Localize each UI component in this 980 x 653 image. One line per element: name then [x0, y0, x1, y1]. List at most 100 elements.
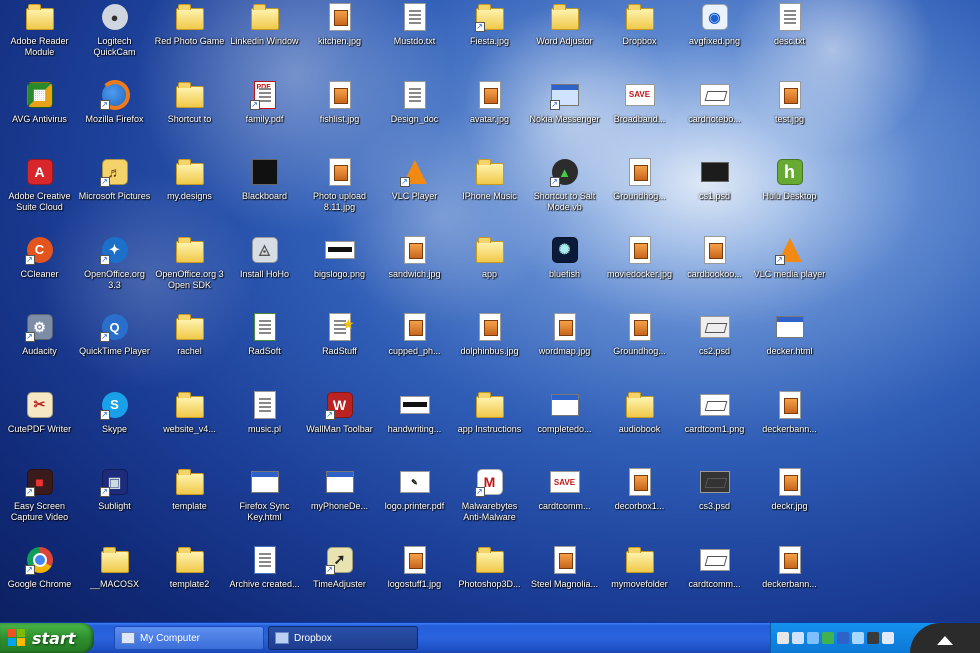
desktop-icon-cs2-psd[interactable]: cs2.psd: [677, 310, 752, 388]
desktop-icon-moviedocker-jpg[interactable]: moviedocker.jpg: [602, 233, 677, 311]
help-icon[interactable]: [777, 632, 789, 644]
update-icon[interactable]: [867, 632, 879, 644]
desktop-icon-google-chrome[interactable]: ↗ Google Chrome: [2, 543, 77, 621]
desktop-icon-rachel[interactable]: rachel: [152, 310, 227, 388]
desktop-icon-adobe-creative-suite-cloud[interactable]: A Adobe Creative Suite Cloud: [2, 155, 77, 233]
desktop-icon-design-doc[interactable]: Design_doc: [377, 78, 452, 156]
desktop-icon-test-jpg[interactable]: test.jpg: [752, 78, 827, 156]
bluetooth-icon[interactable]: [837, 632, 849, 644]
desktop-icon-radsoft[interactable]: RadSoft: [227, 310, 302, 388]
desktop-icon-photoshop3d[interactable]: Photoshop3D...: [452, 543, 527, 621]
desktop-icon-logitech-quickcam[interactable]: ● Logitech QuickCam: [77, 0, 152, 78]
desktop-icon-cs3-psd[interactable]: cs3.psd: [677, 465, 752, 543]
desktop-icon-malwarebytes-anti-malware[interactable]: M ↗ Malwarebytes Anti-Malware: [452, 465, 527, 543]
desktop-icon-kitchen-jpg[interactable]: kitchen.jpg: [302, 0, 377, 78]
desktop-icon-app[interactable]: app: [452, 233, 527, 311]
desktop-icon-skype[interactable]: S ↗ Skype: [77, 388, 152, 466]
taskbar-button-my-computer[interactable]: My Computer: [114, 626, 264, 650]
desktop-icon-adobe-reader-module[interactable]: Adobe Reader Module: [2, 0, 77, 78]
desktop-icon-avatar-jpg[interactable]: avatar.jpg: [452, 78, 527, 156]
desktop-icon-blackboard[interactable]: Blackboard: [227, 155, 302, 233]
desktop-icon-install-hoho[interactable]: ◬ Install HoHo: [227, 233, 302, 311]
desktop-icon-cardbookoo[interactable]: cardbookoo...: [677, 233, 752, 311]
desktop-icon-macosx[interactable]: __MACOSX: [77, 543, 152, 621]
desktop-icon-audacity[interactable]: ⚙ ↗ Audacity: [2, 310, 77, 388]
desktop-icon-firefox-sync-key-html[interactable]: Firefox Sync Key.html: [227, 465, 302, 543]
desktop-icon-timeadjuster[interactable]: ➚ ↗ TimeAdjuster: [302, 543, 377, 621]
desktop-icon-ccleaner[interactable]: C ↗ CCleaner: [2, 233, 77, 311]
desktop-icon-completedo[interactable]: completedo...: [527, 388, 602, 466]
desktop-icon-sandwich-jpg[interactable]: sandwich.jpg: [377, 233, 452, 311]
desktop-icon-wallman-toolbar[interactable]: W ↗ WallMan Toolbar: [302, 388, 377, 466]
desktop-icon-handwriting[interactable]: handwriting...: [377, 388, 452, 466]
desktop-icon-vlc-player[interactable]: ↗ VLC Player: [377, 155, 452, 233]
desktop-icon-cupped-ph[interactable]: cupped_ph...: [377, 310, 452, 388]
desktop-icon-radstuff[interactable]: ★ RadStuff: [302, 310, 377, 388]
desktop-icon-easy-screen-capture-video[interactable]: ■ ↗ Easy Screen Capture Video: [2, 465, 77, 543]
desktop-icon-deckerbann[interactable]: deckerbann...: [752, 543, 827, 621]
desktop-icon-broadband[interactable]: SAVE Broadband...: [602, 78, 677, 156]
desktop-icon-bigslogo-png[interactable]: bigslogo.png: [302, 233, 377, 311]
desktop-icon-dropbox[interactable]: Dropbox: [602, 0, 677, 78]
desktop-icon-template[interactable]: template: [152, 465, 227, 543]
desktop-icon-wordmap-jpg[interactable]: wordmap.jpg: [527, 310, 602, 388]
desktop-icon-myphonede[interactable]: myPhoneDe...: [302, 465, 377, 543]
taskbar-button-dropbox[interactable]: Dropbox: [268, 626, 418, 650]
desktop-icon-logo-printer-pdf[interactable]: ✎ logo.printer.pdf: [377, 465, 452, 543]
desktop-icon-audiobook[interactable]: audiobook: [602, 388, 677, 466]
desktop-icon-mymovefolder[interactable]: mymovefolder: [602, 543, 677, 621]
desktop-icon-vlc-media-player[interactable]: ↗ VLC media player: [752, 233, 827, 311]
desktop-icon-mustdo-txt[interactable]: Mustdo.txt: [377, 0, 452, 78]
start-button[interactable]: start: [0, 623, 94, 653]
wifi-icon[interactable]: [882, 632, 894, 644]
desktop-icon-microsoft-pictures[interactable]: ♬ ↗ Microsoft Pictures: [77, 155, 152, 233]
desktop-icon-logostuff1-jpg[interactable]: logostuff1.jpg: [377, 543, 452, 621]
desktop-icon-label: Photo upload 8.11.jpg: [312, 191, 367, 212]
desktop-icon-fiesta-jpg[interactable]: ↗ Fiesta.jpg: [452, 0, 527, 78]
desktop-icon-avgfixed-png[interactable]: ◉ avgfixed.png: [677, 0, 752, 78]
desktop-icon-fishlist-jpg[interactable]: fishlist.jpg: [302, 78, 377, 156]
desktop-icon-avg-antivirus[interactable]: ▦ AVG Antivirus: [2, 78, 77, 156]
desktop-icon-my-designs[interactable]: my.designs: [152, 155, 227, 233]
desktop-icon-website-v4[interactable]: website_v4...: [152, 388, 227, 466]
desktop-icon-cardtcom1-png[interactable]: cardtcom1.png: [677, 388, 752, 466]
desktop-icon-steel-magnolia[interactable]: Steel Magnolia...: [527, 543, 602, 621]
desktop-icon-nokia-messenger[interactable]: ↗ Nokia Messenger: [527, 78, 602, 156]
desktop-icon-cardtcomm[interactable]: cardtcomm...: [677, 543, 752, 621]
desktop-icon-shortcut-to[interactable]: Shortcut to: [152, 78, 227, 156]
desktop-icon-app-instructions[interactable]: app Instructions: [452, 388, 527, 466]
desktop-icon-template2[interactable]: template2: [152, 543, 227, 621]
desktop-icon-hulu-desktop[interactable]: h Hulu Desktop: [752, 155, 827, 233]
desktop-icon-linkedin-window[interactable]: Linkedin Window: [227, 0, 302, 78]
desktop-icon-red-photo-game[interactable]: Red Photo Game: [152, 0, 227, 78]
desktop-icon-family-pdf[interactable]: PDF ↗ family.pdf: [227, 78, 302, 156]
desktop-icon-openoffice-org-3-3[interactable]: ✦ ↗ OpenOffice.org 3.3: [77, 233, 152, 311]
desktop-icon-cutepdf-writer[interactable]: ✂ CutePDF Writer: [2, 388, 77, 466]
desktop-icon-bluefish[interactable]: ✺ bluefish: [527, 233, 602, 311]
desktop-icon-cardnotebo[interactable]: cardnotebo...: [677, 78, 752, 156]
desktop-icon-iphone-music[interactable]: IPhone Music: [452, 155, 527, 233]
desktop-icon-mozilla-firefox[interactable]: ↗ Mozilla Firefox: [77, 78, 152, 156]
desktop-icon-sublight[interactable]: ▣ ↗ Sublight: [77, 465, 152, 543]
desktop-icon-desc-txt[interactable]: desc.txt: [752, 0, 827, 78]
desktop-icon-dolphinbus-jpg[interactable]: dolphinbus.jpg: [452, 310, 527, 388]
desktop-icon-openoffice-org-3-open-sdk[interactable]: OpenOffice.org 3 Open SDK: [152, 233, 227, 311]
desktop-icon-deckerbann[interactable]: deckerbann...: [752, 388, 827, 466]
sync-icon[interactable]: [852, 632, 864, 644]
desktop-icon-decorbox1[interactable]: decorbox1...: [602, 465, 677, 543]
desktop-icon-music-pl[interactable]: music.pl: [227, 388, 302, 466]
desktop-icon-photo-upload-8-11-jpg[interactable]: Photo upload 8.11.jpg: [302, 155, 377, 233]
desktop-icon-shortcut-to-salt-mode-vb[interactable]: ▲ ↗ Shortcut to Salt Mode.vb: [527, 155, 602, 233]
network-icon[interactable]: [792, 632, 804, 644]
desktop-icon-deckr-jpg[interactable]: deckr.jpg: [752, 465, 827, 543]
volume-icon[interactable]: [807, 632, 819, 644]
desktop-icon-groundhog[interactable]: Groundhog...: [602, 310, 677, 388]
desktop-icon-cs1-psd[interactable]: cs1.psd: [677, 155, 752, 233]
desktop-icon-groundhog[interactable]: Groundhog...: [602, 155, 677, 233]
desktop-icon-decker-html[interactable]: decker.html: [752, 310, 827, 388]
desktop-icon-cardtcomm[interactable]: SAVE cardtcomm...: [527, 465, 602, 543]
desktop-icon-archive-created[interactable]: Archive created...: [227, 543, 302, 621]
desktop-icon-quicktime-player[interactable]: Q ↗ QuickTime Player: [77, 310, 152, 388]
desktop-icon-word-adjustor[interactable]: Word Adjustor: [527, 0, 602, 78]
security-icon[interactable]: [822, 632, 834, 644]
